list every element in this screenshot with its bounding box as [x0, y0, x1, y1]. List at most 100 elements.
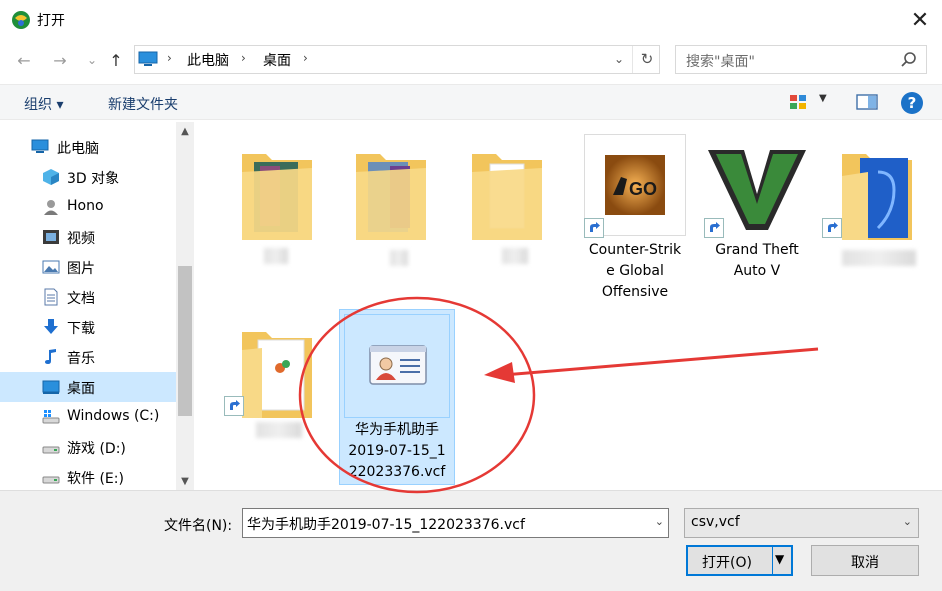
sidebar-item-label: 文档 [67, 291, 95, 307]
organize-button[interactable]: 组织 ▾ [24, 94, 63, 114]
pc-icon [138, 51, 158, 66]
file-type-value: csv,vcf [691, 514, 740, 530]
sidebar-item[interactable]: 3D 对象 [0, 162, 176, 192]
sidebar-item-label: 软件 (E:) [67, 471, 124, 487]
file-item-vcf[interactable]: 华为手机助手 2019-07-15_1 22023376.vcf [339, 309, 455, 485]
close-button[interactable]: ✕ [906, 6, 934, 34]
window-title: 打开 [37, 13, 65, 29]
back-button[interactable]: ← [14, 50, 34, 70]
file-item-folder[interactable] [452, 132, 558, 308]
sidebar-item[interactable]: 桌面 [0, 372, 176, 402]
file-item-gta5[interactable]: V Grand Theft Auto V [704, 132, 810, 282]
sidebar-item[interactable]: 图片 [0, 252, 176, 282]
recent-locations-button[interactable]: ⌄ [82, 50, 102, 70]
breadcrumb-separator: › [241, 51, 246, 65]
title-bar: 打开 ✕ [0, 0, 942, 40]
pc-icon [31, 138, 49, 156]
search-icon[interactable] [900, 51, 918, 69]
user-icon [42, 198, 60, 216]
divider [772, 547, 773, 574]
scrollbar-thumb[interactable] [178, 266, 192, 416]
file-item-folder-shortcut[interactable] [822, 132, 928, 308]
open-options-button[interactable]: ▼ [775, 552, 784, 566]
forward-button[interactable]: → [50, 50, 70, 70]
download-icon [42, 318, 60, 336]
sidebar-item[interactable]: 视频 [0, 222, 176, 252]
sidebar-item[interactable]: 此电脑 [0, 132, 176, 162]
scroll-down-button[interactable]: ▼ [176, 472, 194, 490]
filename-value: 华为手机助手2019-07-15_122023376.vcf [247, 517, 525, 533]
breadcrumb-separator[interactable]: › [303, 51, 308, 65]
filename-label-line: 2019-07-15_1 [348, 443, 446, 459]
file-item-folder[interactable] [222, 132, 328, 308]
csgo-logo-text: GO [629, 179, 657, 199]
address-bar[interactable]: › 此电脑 › 桌面 › ⌄ ↻ [134, 45, 660, 74]
shortcut-arrow-icon [822, 218, 842, 238]
folder-shortcut-icon [842, 154, 912, 240]
sidebar-item[interactable]: 文档 [0, 282, 176, 312]
shortcut-arrow-icon [224, 396, 244, 416]
view-options-icon[interactable] [789, 94, 807, 110]
sidebar-item[interactable]: 游戏 (D:) [0, 432, 176, 462]
shortcut-arrow-icon [704, 218, 724, 238]
sidebar-item-label: 3D 对象 [67, 171, 120, 187]
vcard-icon [369, 345, 427, 385]
sidebar-item[interactable]: Windows (C:) [0, 402, 176, 432]
navigation-pane-scrollbar[interactable]: ▲ ▼ [176, 122, 194, 490]
file-list[interactable]: GO Counter-Strik e Global Offensive V Gr… [196, 122, 942, 490]
search-input[interactable]: 搜索"桌面" [675, 45, 927, 74]
sidebar-item-label: Windows (C:) [67, 408, 160, 424]
breadcrumb-this-pc[interactable]: 此电脑 [187, 50, 229, 70]
sidebar-item-label: 图片 [67, 261, 95, 277]
open-button-label: 打开(O) [702, 555, 752, 571]
open-button[interactable]: 打开(O) ▼ [686, 545, 793, 576]
sidebar-item-label: 音乐 [67, 351, 95, 367]
chevron-down-icon[interactable]: ⌄ [903, 515, 912, 528]
cancel-button-label: 取消 [851, 555, 879, 571]
navigation-pane[interactable]: 此电脑 3D 对象 Hono 视频图片文档下载音乐桌面 Windows (C:) 游戏 (… [0, 122, 196, 490]
command-bar: 组织 ▾ 新建文件夹 ▼ ? [0, 84, 942, 120]
sidebar-item[interactable]: 音乐 [0, 342, 176, 372]
chevron-down-icon[interactable]: ⌄ [655, 515, 664, 528]
sidebar-item[interactable]: 软件 (E:) [0, 462, 176, 490]
up-button[interactable]: ↑ [106, 50, 126, 70]
breadcrumb-desktop[interactable]: 桌面 [263, 50, 291, 70]
filename-label [390, 250, 408, 266]
pictures-icon [42, 258, 60, 276]
help-icon[interactable]: ? [901, 92, 923, 114]
drive-icon [42, 438, 60, 456]
cancel-button[interactable]: 取消 [811, 545, 919, 576]
filename-label [256, 422, 302, 438]
file-item-csgo[interactable]: GO Counter-Strik e Global Offensive [582, 132, 688, 300]
preview-pane-icon[interactable] [856, 94, 878, 110]
csgo-shortcut-icon: GO [605, 155, 665, 215]
search-placeholder: 搜索"桌面" [686, 54, 755, 70]
video-icon [42, 228, 60, 246]
filename-label-line: 华为手机助手 [355, 422, 439, 438]
app-icon [12, 11, 30, 29]
refresh-button[interactable]: ↻ [637, 48, 657, 70]
folder-shortcut-icon [242, 332, 312, 418]
sidebar-item-label: 视频 [67, 231, 95, 247]
filename-input[interactable]: 华为手机助手2019-07-15_122023376.vcf ⌄ [242, 508, 669, 538]
chevron-down-icon[interactable]: ⌄ [609, 49, 629, 69]
bottom-panel: 文件名(N): 华为手机助手2019-07-15_122023376.vcf ⌄… [0, 490, 942, 591]
filename-label [502, 248, 528, 264]
new-folder-button[interactable]: 新建文件夹 [108, 94, 178, 114]
folder-icon [242, 154, 312, 240]
filename-label-line: Counter-Strik [588, 242, 682, 258]
filename-label-line: 22023376.vcf [348, 464, 446, 480]
view-dropdown-button[interactable]: ▼ [819, 93, 827, 104]
filename-label [264, 248, 288, 264]
file-item-folder[interactable] [336, 132, 442, 308]
file-item-folder-shortcut[interactable] [222, 316, 328, 492]
scroll-up-button[interactable]: ▲ [176, 122, 194, 140]
file-type-select[interactable]: csv,vcf ⌄ [684, 508, 919, 538]
sidebar-item[interactable]: 下载 [0, 312, 176, 342]
shortcut-arrow-icon [584, 218, 604, 238]
sidebar-item-label: 桌面 [67, 381, 95, 397]
sidebar-item-label: 此电脑 [57, 141, 99, 157]
sidebar-item-label: Hono [67, 198, 104, 214]
sidebar-item[interactable]: Hono [0, 192, 176, 222]
divider [632, 46, 633, 73]
